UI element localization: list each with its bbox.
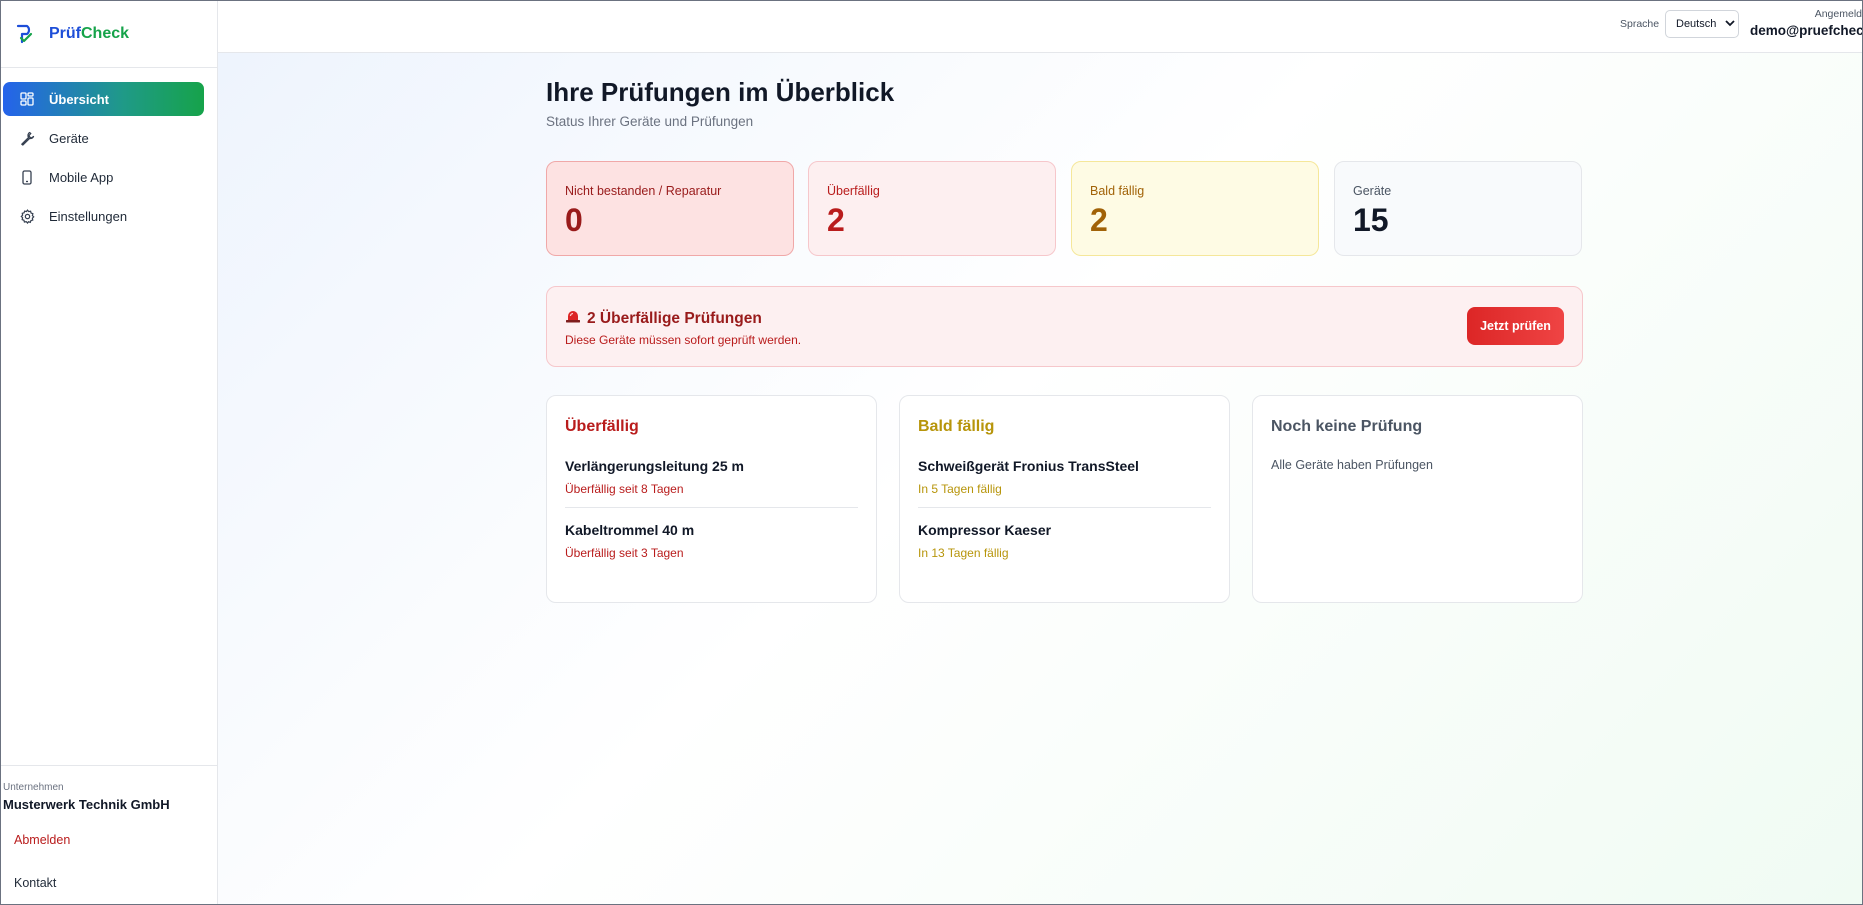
due-soon-card: Bald fällig Schweißgerät Fronius TransSt…	[899, 395, 1230, 603]
language-label: Sprache	[1620, 18, 1660, 30]
stat-value: 2	[1090, 202, 1108, 238]
alert-title: 2 Überfällige Prüfungen	[565, 309, 762, 328]
overdue-card: Überfällig Verlängerungsleitung 25 m Übe…	[546, 395, 877, 603]
stat-label: Nicht bestanden / Reparatur	[565, 184, 722, 198]
stat-due-soon[interactable]: Bald fällig 2	[1071, 161, 1319, 256]
user-label: Angemeld	[1814, 8, 1862, 20]
gear-icon	[19, 208, 35, 224]
language-value: Deutsch	[1676, 18, 1717, 30]
page-title: Ihre Prüfungen im Überblick	[546, 77, 895, 107]
sidebar-item-geraete[interactable]: Geräte	[3, 121, 204, 155]
stat-value: 2	[827, 202, 845, 238]
company-name: Musterwerk Technik GmbH	[3, 797, 170, 812]
card-title: Überfällig	[565, 418, 639, 435]
logout-button[interactable]: Abmelden	[14, 833, 70, 847]
sidebar-item-label: Übersicht	[49, 91, 109, 107]
sidebar-item-label: Einstellungen	[49, 208, 128, 224]
stat-label: Geräte	[1353, 184, 1392, 198]
overdue-alert: 2 Überfällige Prüfungen Diese Geräte müs…	[546, 286, 1583, 367]
empty-state-text: Alle Geräte haben Prüfungen	[1271, 458, 1433, 472]
language-select[interactable]: Deutsch	[1665, 10, 1739, 38]
sidebar-item-uebersicht[interactable]: Übersicht	[3, 82, 204, 116]
sidebar-footer: Unternehmen Musterwerk Technik GmbH Abme…	[1, 765, 217, 904]
device-status: Überfällig seit 8 Tagen	[565, 482, 684, 496]
sidebar-item-mobile-app[interactable]: Mobile App	[3, 160, 204, 194]
stats-row: Nicht bestanden / Reparatur 0 Überfällig…	[546, 161, 1583, 256]
card-title: Bald fällig	[918, 418, 995, 435]
siren-icon	[565, 309, 581, 328]
device-status: In 5 Tagen fällig	[918, 482, 1002, 496]
list-item[interactable]: Verlängerungsleitung 25 m Überfällig sei…	[565, 458, 858, 507]
chevron-down-icon	[1725, 18, 1735, 30]
stat-overdue[interactable]: Überfällig 2	[808, 161, 1056, 256]
brand-name: PrüfCheck	[49, 25, 130, 42]
check-now-button[interactable]: Jetzt prüfen	[1467, 307, 1564, 345]
no-inspection-card: Noch keine Prüfung Alle Geräte haben Prü…	[1252, 395, 1583, 603]
shield-check-icon	[15, 23, 35, 45]
smartphone-icon	[19, 169, 35, 185]
list-item[interactable]: Kompressor Kaeser In 13 Tagen fällig	[918, 507, 1211, 571]
device-status: Überfällig seit 3 Tagen	[565, 546, 684, 560]
list-item[interactable]: Schweißgerät Fronius TransSteel In 5 Tag…	[918, 458, 1211, 507]
device-name: Schweißgerät Fronius TransSteel	[918, 458, 1139, 474]
device-name: Kabeltrommel 40 m	[565, 522, 695, 538]
sidebar-item-label: Mobile App	[49, 169, 114, 185]
stat-failed[interactable]: Nicht bestanden / Reparatur 0	[546, 161, 794, 256]
alert-title-text: 2 Überfällige Prüfungen	[587, 309, 762, 327]
stat-devices[interactable]: Geräte 15	[1334, 161, 1582, 256]
dashboard-content: Ihre Prüfungen im Überblick Status Ihrer…	[218, 53, 1862, 904]
stat-value: 15	[1353, 202, 1389, 238]
sidebar-item-einstellungen[interactable]: Einstellungen	[3, 199, 204, 233]
topbar: Sprache Deutsch Angemeld demo@pruefcheck…	[218, 1, 1862, 53]
sidebar: PrüfCheck Übersicht Geräte Mobile App Ei…	[1, 1, 218, 904]
user-email[interactable]: demo@pruefcheck.	[1750, 23, 1862, 38]
wrench-icon	[19, 130, 35, 146]
device-name: Verlängerungsleitung 25 m	[565, 458, 744, 474]
card-title: Noch keine Prüfung	[1271, 418, 1423, 435]
dashboard-grid-icon	[19, 91, 35, 107]
company-label: Unternehmen	[3, 782, 64, 793]
app-window: PrüfCheck Übersicht Geräte Mobile App Ei…	[0, 0, 1863, 905]
alert-description: Diese Geräte müssen sofort geprüft werde…	[565, 333, 802, 347]
sidebar-item-label: Geräte	[49, 130, 89, 146]
device-name: Kompressor Kaeser	[918, 522, 1052, 538]
stat-label: Bald fällig	[1090, 184, 1145, 198]
stat-label: Überfällig	[827, 184, 880, 198]
page-subtitle: Status Ihrer Geräte und Prüfungen	[546, 114, 754, 129]
stat-value: 0	[565, 202, 583, 238]
contact-link[interactable]: Kontakt	[14, 876, 56, 890]
sidebar-nav: Übersicht Geräte Mobile App Einstellunge…	[1, 68, 217, 233]
main-area: Sprache Deutsch Angemeld demo@pruefcheck…	[218, 1, 1862, 904]
brand[interactable]: PrüfCheck	[1, 1, 217, 68]
list-item[interactable]: Kabeltrommel 40 m Überfällig seit 3 Tage…	[565, 507, 858, 571]
device-status: In 13 Tagen fällig	[918, 546, 1009, 560]
